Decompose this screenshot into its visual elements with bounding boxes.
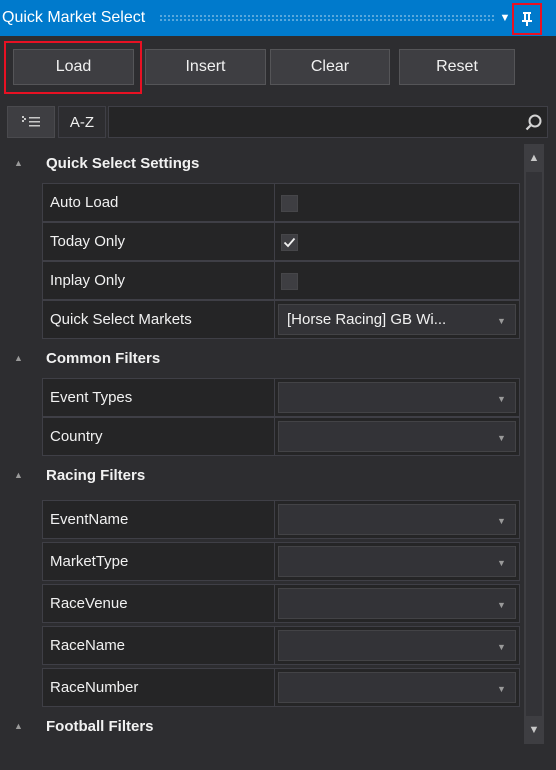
category-row-football-filters[interactable]: ▲ Football Filters <box>0 707 524 744</box>
vertical-scrollbar[interactable]: ▲ ▼ <box>524 144 544 744</box>
alphabetical-sort-button[interactable]: A-Z <box>58 106 106 138</box>
property-row-auto-load: Auto Load <box>0 183 524 222</box>
categorized-list-icon[interactable] <box>7 106 55 138</box>
category-label: Racing Filters <box>46 467 146 484</box>
property-value: [Horse Racing] GB Wi... ▼ <box>274 300 520 339</box>
magnifier-icon[interactable] <box>524 113 544 133</box>
event-name-combo[interactable]: ▼ <box>278 504 516 535</box>
race-venue-combo[interactable]: ▼ <box>278 588 516 619</box>
property-name[interactable]: Event Types <box>42 378 274 417</box>
collapse-triangle-icon[interactable]: ▲ <box>14 158 24 168</box>
property-name[interactable]: Today Only <box>42 222 274 261</box>
property-name[interactable]: Country <box>42 417 274 456</box>
scroll-down-arrow-icon[interactable]: ▼ <box>524 716 544 744</box>
window-title: Quick Market Select <box>2 9 146 26</box>
panel-bottom-edge <box>0 744 556 770</box>
category-row-common-filters[interactable]: ▲ Common Filters <box>0 339 524 378</box>
reset-button[interactable]: Reset <box>399 49 515 85</box>
property-grid: ▲ Quick Select Settings Auto Load Today … <box>0 144 556 744</box>
property-row-race-venue: RaceVenue ▼ <box>0 584 524 623</box>
clear-button[interactable]: Clear <box>270 49 390 85</box>
category-label: Football Filters <box>46 718 154 735</box>
collapse-triangle-icon[interactable]: ▲ <box>14 721 24 731</box>
scroll-up-arrow-icon[interactable]: ▲ <box>524 144 544 172</box>
auto-load-checkbox[interactable] <box>281 195 298 212</box>
property-value: ▼ <box>274 668 520 707</box>
search-row: A-Z <box>0 104 556 140</box>
checkmark-icon <box>283 237 296 248</box>
property-row-inplay-only: Inplay Only <box>0 261 524 300</box>
country-combo[interactable]: ▼ <box>278 421 516 452</box>
category-row-racing-filters[interactable]: ▲ Racing Filters <box>0 456 524 495</box>
property-row-quick-select-markets: Quick Select Markets [Horse Racing] GB W… <box>0 300 524 339</box>
quick-select-markets-combo[interactable]: [Horse Racing] GB Wi... ▼ <box>278 304 516 335</box>
property-name[interactable]: EventName <box>42 500 274 539</box>
chevron-down-icon[interactable]: ▼ <box>497 642 507 652</box>
property-name[interactable]: Quick Select Markets <box>42 300 274 339</box>
category-label: Quick Select Settings <box>46 155 200 172</box>
property-value: ▼ <box>274 584 520 623</box>
chevron-down-icon[interactable]: ▼ <box>497 516 507 526</box>
chevron-down-icon[interactable]: ▼ <box>497 433 507 443</box>
chevron-down-icon[interactable]: ▼ <box>497 316 507 326</box>
chevron-down-icon[interactable]: ▼ <box>497 558 507 568</box>
property-row-today-only: Today Only <box>0 222 524 261</box>
title-bar: Quick Market Select ▼ <box>0 0 556 36</box>
race-name-combo[interactable]: ▼ <box>278 630 516 661</box>
insert-button[interactable]: Insert <box>145 49 266 85</box>
property-value: ▼ <box>274 500 520 539</box>
property-value: ▼ <box>274 417 520 456</box>
search-input[interactable] <box>108 106 548 138</box>
property-name[interactable]: RaceVenue <box>42 584 274 623</box>
property-value: ▼ <box>274 542 520 581</box>
property-name[interactable]: RaceName <box>42 626 274 665</box>
chevron-down-icon[interactable]: ▼ <box>497 600 507 610</box>
property-row-country: Country ▼ <box>0 417 524 456</box>
toolbar: Load Insert Clear Reset <box>0 36 556 96</box>
property-value: ▼ <box>274 378 520 417</box>
chevron-down-icon[interactable]: ▼ <box>497 394 507 404</box>
today-only-checkbox[interactable] <box>281 234 298 251</box>
pin-icon[interactable] <box>512 3 542 35</box>
property-name[interactable]: RaceNumber <box>42 668 274 707</box>
property-name[interactable]: Auto Load <box>42 183 274 222</box>
collapse-triangle-icon[interactable]: ▲ <box>14 353 24 363</box>
title-grip[interactable] <box>159 14 496 22</box>
property-row-event-name: EventName ▼ <box>0 500 524 539</box>
property-name[interactable]: Inplay Only <box>42 261 274 300</box>
property-value <box>274 261 520 300</box>
property-value <box>274 183 520 222</box>
inplay-only-checkbox[interactable] <box>281 273 298 290</box>
category-label: Common Filters <box>46 350 161 367</box>
property-row-market-type: MarketType ▼ <box>0 542 524 581</box>
scrollbar-track[interactable] <box>526 172 542 716</box>
category-row-quick-select-settings[interactable]: ▲ Quick Select Settings <box>0 144 524 183</box>
property-value: ▼ <box>274 626 520 665</box>
race-number-combo[interactable]: ▼ <box>278 672 516 703</box>
event-types-combo[interactable]: ▼ <box>278 382 516 413</box>
property-row-race-number: RaceNumber ▼ <box>0 668 524 707</box>
property-row-event-types: Event Types ▼ <box>0 378 524 417</box>
market-type-combo[interactable]: ▼ <box>278 546 516 577</box>
chevron-down-icon[interactable]: ▼ <box>497 684 507 694</box>
combo-value: [Horse Racing] GB Wi... <box>287 311 447 328</box>
property-name[interactable]: MarketType <box>42 542 274 581</box>
property-row-race-name: RaceName ▼ <box>0 626 524 665</box>
property-value <box>274 222 520 261</box>
collapse-triangle-icon[interactable]: ▲ <box>14 470 24 480</box>
load-button[interactable]: Load <box>13 49 134 85</box>
